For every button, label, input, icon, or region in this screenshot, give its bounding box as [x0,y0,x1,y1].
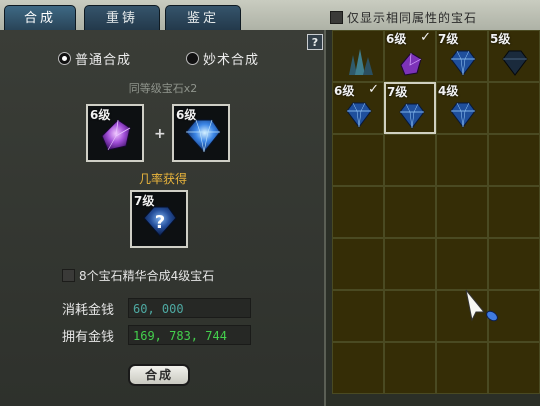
inventory-cell[interactable] [332,186,384,238]
inventory-cell[interactable] [332,238,384,290]
tab-recast[interactable]: 重铸 [84,5,160,30]
inventory-cell[interactable] [436,186,488,238]
synthesize-button[interactable]: 合成 [128,364,190,386]
radio-unselected-icon [186,52,199,65]
inventory-cell[interactable] [488,186,540,238]
inventory-cell[interactable] [332,134,384,186]
help-icon[interactable]: ? [307,34,323,50]
chance-label: 几率获得 [138,172,187,186]
gem-level: 6级 [386,32,407,46]
inventory-cell[interactable]: 5级 [488,30,540,82]
inventory-grid: 6级 ✓ 7级 5级 6级 ✓ 7级 4级 [332,30,540,394]
inventory-cell[interactable] [384,186,436,238]
mode-normal-radio[interactable]: 普通合成 [58,49,131,68]
owned-label: 拥有金钱 [62,329,115,345]
tab-strip: 合成 重铸 鉴定 仅显示相同属性的宝石 [0,0,540,30]
essence-checkbox[interactable] [62,269,75,282]
inventory-cell[interactable] [384,342,436,394]
tab-synthesize[interactable]: 合成 [4,5,76,30]
plus-sign: + [154,126,166,142]
mode-skill-label: 妙术合成 [203,53,260,68]
inventory-cell[interactable] [436,342,488,394]
inventory-cell[interactable] [332,30,384,82]
input-slot-a[interactable]: 6级 [86,104,144,162]
purple-gem-icon [395,47,427,81]
inventory-cell[interactable] [488,82,540,134]
inventory-cell[interactable] [488,342,540,394]
cost-label: 消耗金钱 [62,302,115,318]
inventory-cell[interactable] [488,134,540,186]
gem-level: 7级 [438,32,459,46]
inventory-cell[interactable] [332,342,384,394]
mode-skill-radio[interactable]: 妙术合成 [186,49,259,68]
filter-checkbox[interactable] [330,11,343,24]
inventory-cell[interactable]: 4级 [436,82,488,134]
input-slot-b[interactable]: 6级 [172,104,230,162]
same-attribute-filter[interactable]: 仅显示相同属性的宝石 [330,9,477,26]
inventory-cell[interactable] [384,238,436,290]
check-icon: ✓ [420,30,431,45]
gem-level: 7级 [387,85,408,99]
inventory-cell[interactable]: 6级 ✓ [384,30,436,82]
svg-text:?: ? [155,212,165,233]
purple-gem-icon [101,119,131,151]
inventory-cell[interactable]: 7级 [436,30,488,82]
blue-gem-icon [396,100,428,134]
cost-row: 消耗金钱 60, 000 [62,298,251,318]
gem-level: 5级 [490,32,511,46]
cost-value: 60, 000 [128,298,251,318]
blue-gem-icon [185,119,221,153]
synthesis-panel: ? 普通合成 妙术合成 同等级宝石x2 6级 + 6级 几率获得 7级 ? 8个… [0,30,326,406]
inventory-cell[interactable] [332,290,384,342]
inventory-cell[interactable]: 6级 ✓ [332,82,384,134]
blue-gem-icon [447,99,479,133]
crystal-cluster-icon [343,47,375,81]
inventory-cell[interactable] [488,238,540,290]
gem-level: 6级 [334,84,355,98]
inventory-cell[interactable]: 7级 [384,82,436,134]
tab-identify[interactable]: 鉴定 [165,5,241,30]
inventory-panel: 6级 ✓ 7级 5级 6级 ✓ 7级 4级 [332,30,540,406]
gem-level: 4级 [438,84,459,98]
cursor-icon [465,289,498,322]
result-slot[interactable]: 7级 ? [130,190,188,248]
mode-normal-label: 普通合成 [75,53,132,68]
inventory-cell[interactable] [436,238,488,290]
unknown-gem-icon: ? [143,206,177,237]
inventory-cell[interactable] [436,134,488,186]
essence-option[interactable]: 8个宝石精华合成4级宝石 [62,267,214,284]
dark-gem-icon [499,47,531,81]
essence-label: 8个宝石精华合成4级宝石 [79,269,215,283]
same-level-hint: 同等级宝石x2 [128,82,198,95]
filter-label: 仅显示相同属性的宝石 [347,11,478,25]
blue-gem-icon [343,99,375,133]
radio-selected-icon [58,52,71,65]
owned-value: 169, 783, 744 [128,325,251,345]
inventory-cell[interactable] [384,290,436,342]
inventory-cell[interactable] [384,134,436,186]
blue-gem-icon [447,47,479,81]
owned-row: 拥有金钱 169, 783, 744 [62,325,251,345]
check-icon: ✓ [368,82,379,97]
